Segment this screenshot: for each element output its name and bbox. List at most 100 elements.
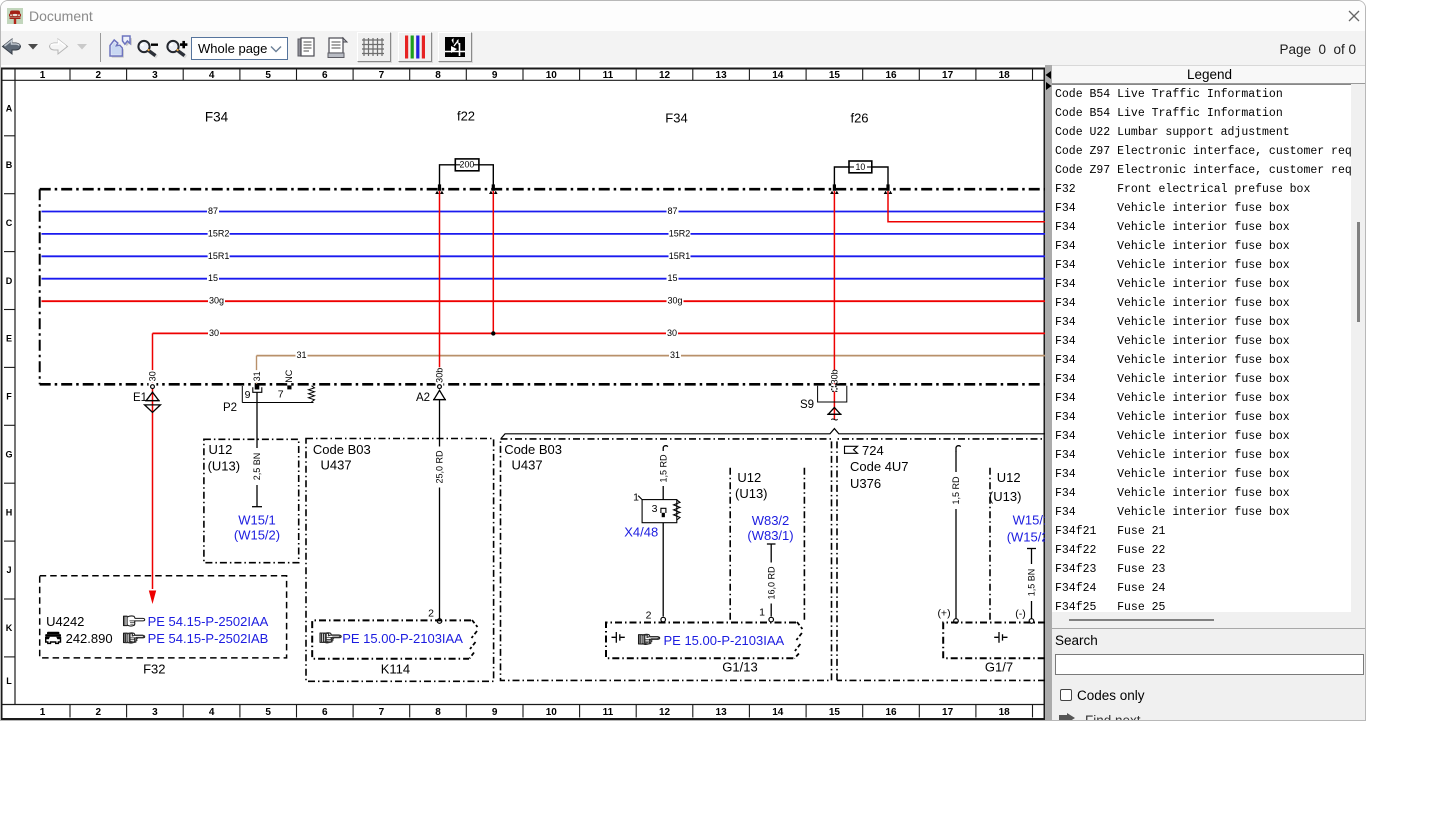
- svg-text:8: 8: [435, 707, 441, 718]
- svg-text:11: 11: [603, 707, 614, 718]
- svg-text:NC: NC: [284, 369, 294, 382]
- svg-text:10: 10: [856, 162, 866, 172]
- svg-text:3: 3: [652, 503, 658, 515]
- svg-text:U12: U12: [997, 470, 1021, 485]
- svg-text:K: K: [6, 623, 13, 633]
- svg-text:Code B03: Code B03: [504, 442, 562, 457]
- svg-text:L: L: [6, 676, 12, 686]
- svg-text:14: 14: [772, 70, 784, 81]
- svg-text:30: 30: [667, 328, 677, 338]
- svg-text:13: 13: [716, 70, 728, 81]
- svg-text:87: 87: [667, 206, 677, 216]
- svg-text:P2: P2: [223, 402, 237, 414]
- svg-text:31: 31: [252, 371, 262, 381]
- svg-text:(U13): (U13): [989, 489, 1022, 504]
- svg-text:31: 31: [670, 350, 680, 360]
- svg-text:18: 18: [999, 70, 1011, 81]
- svg-text:C: C: [6, 218, 13, 228]
- svg-text:2: 2: [428, 608, 434, 620]
- svg-text:14: 14: [772, 707, 784, 718]
- svg-text:F32: F32: [143, 662, 165, 677]
- svg-text:W15/1: W15/1: [1013, 513, 1045, 528]
- svg-text:U12: U12: [209, 442, 233, 457]
- svg-text:10: 10: [546, 70, 558, 81]
- svg-text:F34: F34: [205, 110, 229, 125]
- svg-text:A: A: [6, 103, 13, 113]
- svg-text:(+): (+): [937, 608, 950, 620]
- svg-text:30g: 30g: [667, 296, 682, 306]
- svg-text:16,0 RD: 16,0 RD: [766, 566, 776, 600]
- svg-text:30g: 30g: [209, 296, 224, 306]
- svg-text:5: 5: [265, 70, 271, 81]
- svg-text:11: 11: [603, 70, 614, 81]
- svg-text:17: 17: [942, 70, 954, 81]
- svg-text:15: 15: [208, 273, 218, 283]
- svg-text:Code B03: Code B03: [313, 442, 371, 457]
- svg-text:E: E: [6, 334, 12, 344]
- svg-text:30b: 30b: [830, 369, 840, 384]
- svg-text:15R2: 15R2: [669, 228, 691, 238]
- svg-text:10: 10: [546, 707, 558, 718]
- svg-text:13: 13: [716, 707, 728, 718]
- svg-text:3: 3: [152, 70, 158, 81]
- svg-text:A2: A2: [416, 392, 430, 404]
- svg-text:1: 1: [759, 607, 765, 619]
- svg-text:724: 724: [862, 443, 884, 458]
- svg-text:17: 17: [942, 707, 954, 718]
- svg-text:1,5 BN: 1,5 BN: [1027, 569, 1037, 597]
- svg-text:E1: E1: [133, 392, 147, 404]
- svg-text:12: 12: [659, 70, 671, 81]
- svg-text:16: 16: [885, 707, 897, 718]
- svg-text:6: 6: [322, 70, 328, 81]
- svg-text:PE 15.00-P-2103IAA: PE 15.00-P-2103IAA: [342, 631, 463, 646]
- svg-text:1,5 RD: 1,5 RD: [951, 476, 961, 505]
- svg-text:f22: f22: [457, 109, 475, 124]
- svg-text:F: F: [6, 392, 12, 402]
- svg-text:1,5 RD: 1,5 RD: [658, 454, 668, 483]
- svg-text:(U13): (U13): [208, 458, 241, 473]
- svg-text:9: 9: [492, 70, 498, 81]
- svg-text:U12: U12: [737, 470, 761, 485]
- svg-text:S9: S9: [800, 399, 814, 411]
- svg-text:U437: U437: [321, 457, 352, 472]
- svg-text:87: 87: [208, 206, 218, 216]
- svg-text:PE 54.15-P-2502IAB: PE 54.15-P-2502IAB: [148, 631, 269, 646]
- svg-text:J: J: [6, 565, 11, 575]
- svg-text:4: 4: [209, 70, 215, 81]
- svg-text:B: B: [6, 160, 13, 170]
- svg-text:15: 15: [667, 273, 677, 283]
- svg-text:5: 5: [265, 707, 271, 718]
- svg-text:f26: f26: [850, 111, 868, 126]
- svg-text:15: 15: [829, 707, 841, 718]
- svg-text:12: 12: [659, 707, 671, 718]
- svg-text:8: 8: [435, 70, 441, 81]
- svg-text:U437: U437: [512, 457, 543, 472]
- svg-text:4: 4: [209, 707, 215, 718]
- svg-text:9: 9: [245, 389, 251, 401]
- svg-text:3: 3: [152, 707, 158, 718]
- svg-text:6: 6: [322, 707, 328, 718]
- svg-text:G1/7: G1/7: [985, 660, 1013, 675]
- svg-text:25,0 RD: 25,0 RD: [435, 450, 445, 484]
- svg-text:1: 1: [40, 70, 46, 81]
- svg-text:15R1: 15R1: [669, 251, 691, 261]
- svg-text:U4242: U4242: [46, 614, 84, 629]
- svg-text:7: 7: [379, 707, 385, 718]
- svg-text:W15/1: W15/1: [238, 513, 276, 528]
- svg-text:F34: F34: [665, 111, 687, 126]
- svg-text:G: G: [5, 449, 12, 459]
- svg-text:D: D: [6, 276, 13, 286]
- svg-text:1: 1: [40, 707, 46, 718]
- svg-text:15: 15: [829, 70, 841, 81]
- svg-text:1: 1: [633, 491, 639, 503]
- svg-text:30b: 30b: [435, 368, 445, 383]
- svg-text:30: 30: [148, 371, 158, 381]
- svg-text:30: 30: [209, 328, 219, 338]
- svg-text:16: 16: [885, 70, 897, 81]
- svg-text:15R2: 15R2: [208, 228, 230, 238]
- svg-text:~: ~: [830, 413, 838, 428]
- svg-text:(W83/1): (W83/1): [747, 528, 793, 543]
- svg-text:H: H: [6, 507, 13, 517]
- svg-text:K114: K114: [381, 662, 410, 677]
- svg-text:200: 200: [460, 160, 475, 170]
